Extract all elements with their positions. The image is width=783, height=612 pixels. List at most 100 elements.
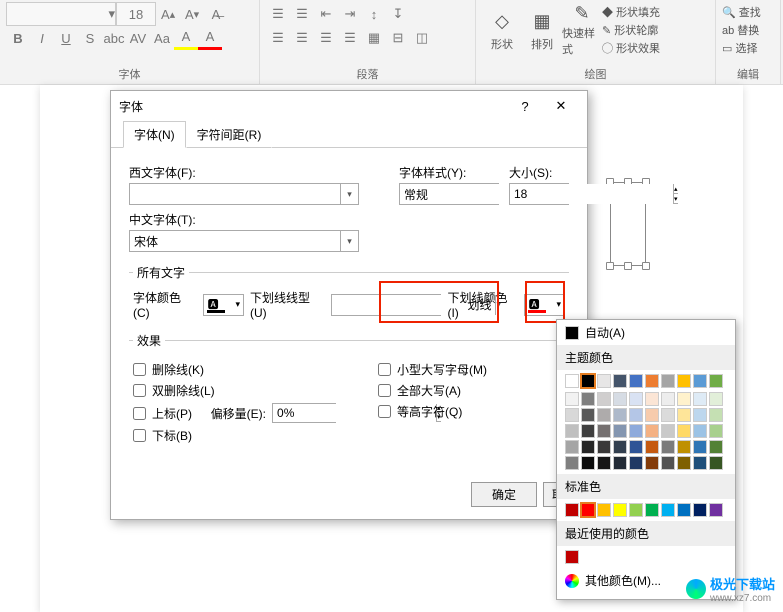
- color-swatch[interactable]: [677, 408, 691, 422]
- shape-fill-button[interactable]: ◆ 形状填充: [602, 4, 660, 20]
- color-swatch[interactable]: [693, 503, 707, 517]
- color-swatch[interactable]: [709, 374, 723, 388]
- color-swatch[interactable]: [597, 456, 611, 470]
- color-swatch[interactable]: [709, 440, 723, 454]
- color-swatch[interactable]: [597, 440, 611, 454]
- close-button[interactable]: ✕: [543, 92, 579, 120]
- color-swatch[interactable]: [645, 424, 659, 438]
- color-swatch[interactable]: [597, 503, 611, 517]
- quick-style-button[interactable]: ✎快速样式: [562, 2, 602, 57]
- color-swatch[interactable]: [565, 408, 579, 422]
- font-color-button[interactable]: 🅰▾: [203, 294, 244, 316]
- color-swatch[interactable]: [645, 408, 659, 422]
- color-swatch[interactable]: [597, 392, 611, 406]
- clear-format-icon[interactable]: A̶: [204, 2, 228, 26]
- color-swatch[interactable]: [677, 440, 691, 454]
- color-swatch[interactable]: [629, 374, 643, 388]
- color-swatch[interactable]: [661, 440, 675, 454]
- color-swatch[interactable]: [581, 408, 595, 422]
- font-combo[interactable]: ▾: [6, 2, 116, 26]
- color-swatch[interactable]: [597, 424, 611, 438]
- auto-color-item[interactable]: 自动(A): [557, 320, 735, 345]
- select-button[interactable]: ▭ 选择: [722, 40, 774, 56]
- change-case-icon[interactable]: Aa: [150, 26, 174, 50]
- color-swatch[interactable]: [677, 374, 691, 388]
- color-swatch[interactable]: [693, 392, 707, 406]
- ok-button[interactable]: 确定: [471, 482, 537, 507]
- underline-color-button[interactable]: 🅰▾: [524, 294, 565, 316]
- text-direction-icon[interactable]: ↧: [386, 2, 410, 26]
- color-swatch[interactable]: [629, 440, 643, 454]
- color-swatch[interactable]: [581, 440, 595, 454]
- dropdown-icon[interactable]: ▾: [340, 231, 358, 251]
- find-button[interactable]: 🔍 查找: [722, 4, 774, 20]
- color-swatch[interactable]: [677, 392, 691, 406]
- color-swatch[interactable]: [581, 424, 595, 438]
- color-swatch[interactable]: [581, 503, 595, 517]
- shape-outline-button[interactable]: ✎ 形状轮廓: [602, 22, 660, 38]
- line-spacing-icon[interactable]: ↕: [362, 2, 386, 26]
- tab-font[interactable]: 字体(N): [123, 121, 186, 148]
- color-swatch[interactable]: [581, 392, 595, 406]
- color-swatch[interactable]: [693, 424, 707, 438]
- style-combo[interactable]: ▾: [399, 183, 499, 205]
- shape-fx-button[interactable]: ◯ 形状效果: [602, 40, 660, 56]
- color-swatch[interactable]: [597, 408, 611, 422]
- color-swatch[interactable]: [677, 424, 691, 438]
- color-swatch[interactable]: [565, 392, 579, 406]
- color-swatch[interactable]: [645, 392, 659, 406]
- color-swatch[interactable]: [661, 392, 675, 406]
- color-swatch[interactable]: [693, 456, 707, 470]
- shrink-font-icon[interactable]: A▾: [180, 2, 204, 26]
- color-swatch[interactable]: [709, 456, 723, 470]
- size-combo[interactable]: ▴▾: [509, 183, 569, 205]
- color-swatch[interactable]: [565, 503, 579, 517]
- strikethrough-check[interactable]: 删除线(K): [133, 361, 378, 378]
- subscript-check[interactable]: 下标(B): [133, 427, 378, 444]
- underline-icon[interactable]: U: [54, 26, 78, 50]
- color-swatch[interactable]: [709, 408, 723, 422]
- color-swatch[interactable]: [693, 408, 707, 422]
- color-swatch[interactable]: [693, 374, 707, 388]
- indent-left-icon[interactable]: ⇤: [314, 2, 338, 26]
- smartart-icon[interactable]: ◫: [410, 26, 434, 50]
- italic-icon[interactable]: I: [30, 26, 54, 50]
- columns-icon[interactable]: ▦: [362, 26, 386, 50]
- numbering-icon[interactable]: ☰: [290, 2, 314, 26]
- cjk-font-combo[interactable]: ▾: [129, 230, 359, 252]
- color-swatch[interactable]: [629, 456, 643, 470]
- dropdown-icon[interactable]: ▾: [340, 184, 358, 204]
- color-swatch[interactable]: [629, 408, 643, 422]
- color-swatch[interactable]: [661, 374, 675, 388]
- color-swatch[interactable]: [693, 440, 707, 454]
- font-size-combo[interactable]: 18: [116, 2, 156, 26]
- size-input[interactable]: [510, 184, 673, 204]
- color-swatch[interactable]: [613, 392, 627, 406]
- color-swatch[interactable]: [709, 503, 723, 517]
- superscript-check[interactable]: 上标(P) 偏移量(E): ▴▾: [133, 403, 378, 423]
- color-swatch[interactable]: [565, 424, 579, 438]
- arrange-button[interactable]: ▦排列: [522, 2, 562, 57]
- shapes-button[interactable]: ◇形状: [482, 2, 522, 57]
- help-button[interactable]: ?: [507, 92, 543, 120]
- color-swatch[interactable]: [677, 503, 691, 517]
- color-swatch[interactable]: [565, 456, 579, 470]
- color-swatch[interactable]: [613, 503, 627, 517]
- highlight-icon[interactable]: A: [174, 26, 198, 50]
- color-swatch[interactable]: [581, 456, 595, 470]
- align-left-icon[interactable]: ☰: [266, 26, 290, 50]
- color-swatch[interactable]: [661, 503, 675, 517]
- grow-font-icon[interactable]: A▴: [156, 2, 180, 26]
- tab-spacing[interactable]: 字符间距(R): [186, 121, 273, 148]
- color-swatch[interactable]: [661, 408, 675, 422]
- replace-button[interactable]: ab 替换: [722, 22, 774, 38]
- double-strike-check[interactable]: 双删除线(L): [133, 382, 378, 399]
- color-swatch[interactable]: [661, 456, 675, 470]
- align-right-icon[interactable]: ☰: [314, 26, 338, 50]
- color-swatch[interactable]: [645, 374, 659, 388]
- color-swatch[interactable]: [709, 392, 723, 406]
- strike-icon[interactable]: abc: [102, 26, 126, 50]
- color-swatch[interactable]: [629, 503, 643, 517]
- color-swatch[interactable]: [613, 456, 627, 470]
- font-color-icon[interactable]: A: [198, 26, 222, 50]
